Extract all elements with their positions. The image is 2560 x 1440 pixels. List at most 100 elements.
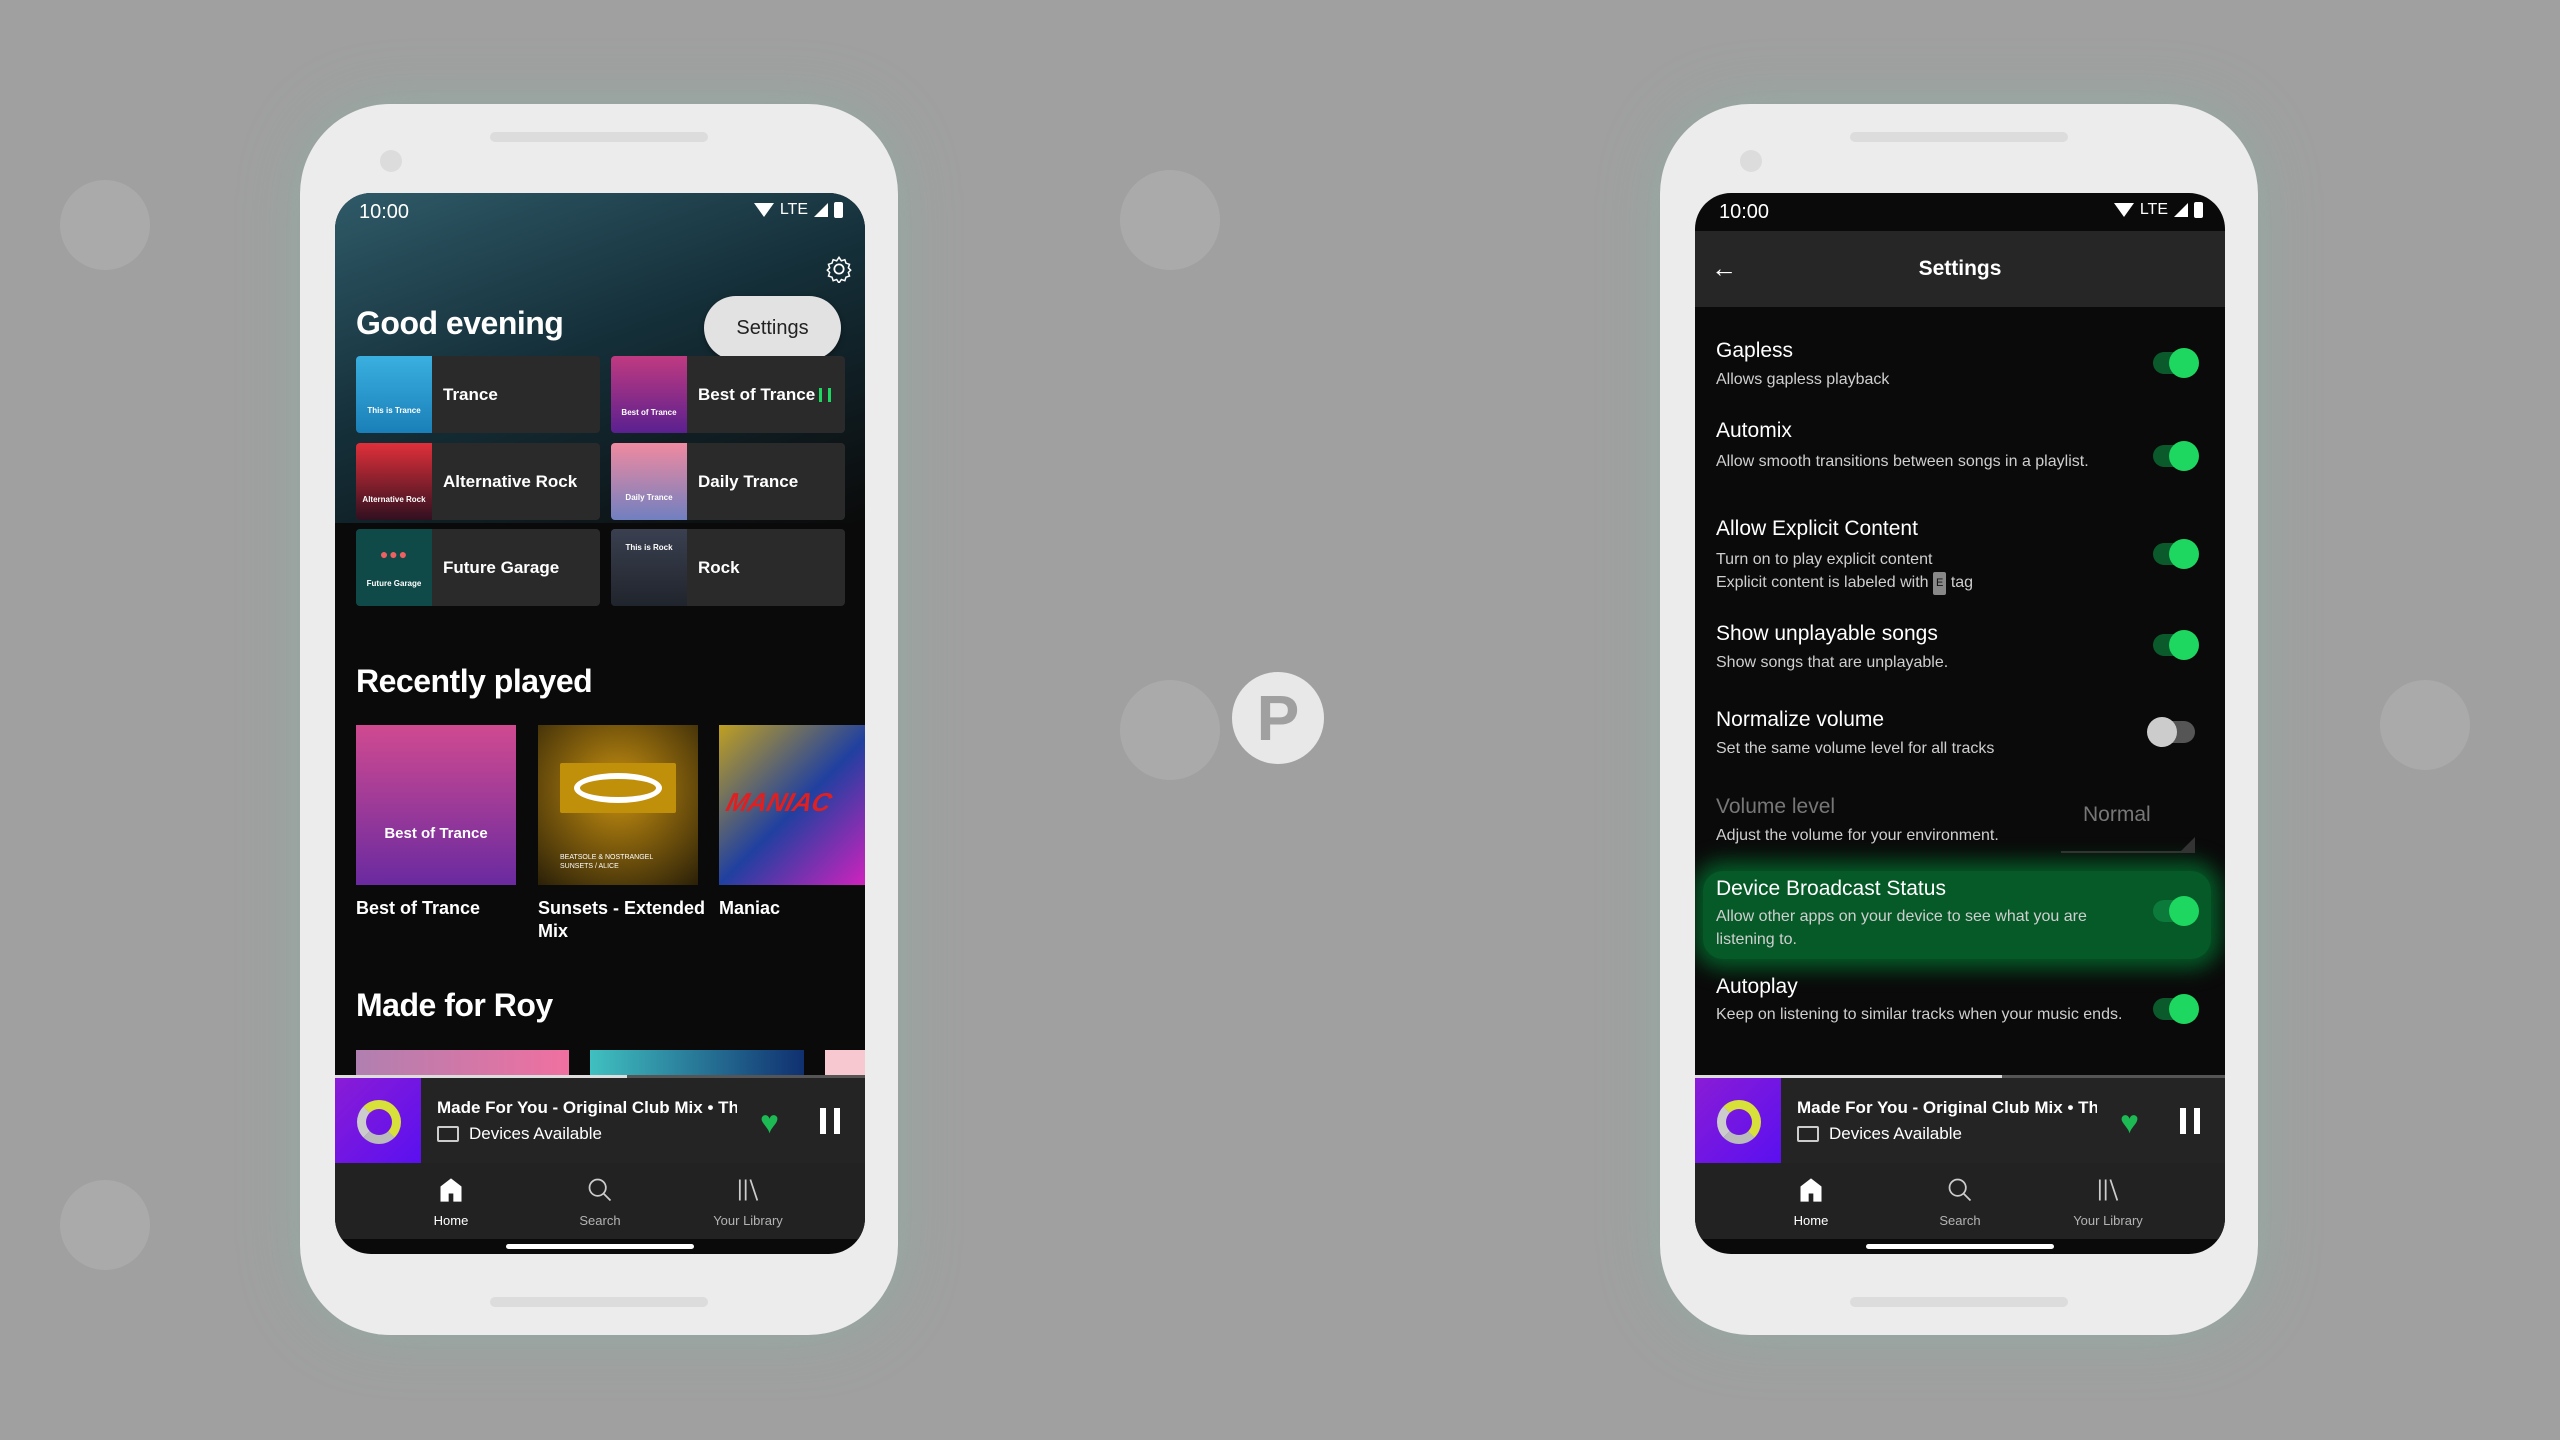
- heart-icon[interactable]: ♥: [760, 1106, 779, 1138]
- album-title[interactable]: Maniac: [719, 897, 865, 920]
- shortcut-label: Trance: [443, 385, 498, 404]
- setting-subtitle: Keep on listening to similar tracks when…: [1716, 1006, 2123, 1023]
- setting-subtitle: Set the same volume level for all tracks: [1716, 740, 1995, 757]
- devices-icon[interactable]: [1797, 1126, 1819, 1142]
- page-title: Settings: [1918, 257, 2002, 280]
- library-icon: [2098, 1179, 2119, 1201]
- volume-level-dropdown[interactable]: Normal: [2061, 803, 2195, 853]
- cover-text: This is Rock: [625, 543, 673, 552]
- speaker: [1850, 132, 2068, 142]
- status-bar: 10:00 LTE: [1695, 193, 2225, 231]
- playlist-card[interactable]: [356, 1050, 569, 1075]
- cover-art: Alternative Rock: [356, 443, 432, 520]
- home-icon: [1800, 1178, 1822, 1202]
- unplayable-songs-toggle[interactable]: [2153, 630, 2199, 660]
- setting-title: Autoplay: [1716, 975, 1798, 998]
- pause-button[interactable]: [820, 1108, 840, 1134]
- automix-toggle[interactable]: [2153, 441, 2199, 471]
- shortcut-tile[interactable]: This is Trance Trance: [356, 356, 600, 433]
- explicit-content-toggle[interactable]: [2153, 539, 2199, 569]
- network-label: LTE: [2139, 201, 2168, 218]
- nav-label: Your Library: [713, 1213, 783, 1228]
- now-playing-art: [335, 1078, 421, 1163]
- setting-subtitle: Turn on to play explicit content Explicit…: [1716, 548, 2136, 595]
- autoplay-toggle[interactable]: [2153, 994, 2199, 1024]
- now-playing-title: Made For You - Original Club Mix • Th: [1797, 1098, 2097, 1117]
- dropdown-value: Normal: [2083, 803, 2151, 826]
- pause-button[interactable]: [2180, 1108, 2200, 1134]
- nav-label: Home: [1793, 1213, 1829, 1228]
- setting-title: Device Broadcast Status: [1716, 877, 1946, 900]
- shortcut-tile[interactable]: This is Rock Rock: [611, 529, 845, 606]
- heart-icon[interactable]: ♥: [2120, 1106, 2139, 1138]
- gear-icon[interactable]: [825, 255, 853, 283]
- pushbullet-logo: P: [1232, 672, 1324, 764]
- phone-home: 10:00 LTE Good evening Settings This is …: [300, 104, 898, 1335]
- album-title[interactable]: Best of Trance: [356, 897, 526, 920]
- wifi-icon: [2113, 203, 2134, 217]
- shortcut-tile[interactable]: Daily Trance Daily Trance: [611, 443, 845, 520]
- status-time: 10:00: [359, 201, 410, 223]
- cover-text: This is Trance: [367, 406, 421, 415]
- now-playing-equalizer-icon: [819, 387, 831, 402]
- nav-home[interactable]: Home: [1751, 1173, 1871, 1228]
- cover-art: Best of Trance: [611, 356, 687, 433]
- shortcut-tile[interactable]: ●●● Future Garage Future Garage: [356, 529, 600, 606]
- background-pattern-icon: [60, 180, 150, 270]
- cover-text: Future Garage: [366, 579, 422, 588]
- cover-text: Best of Trance: [621, 408, 677, 417]
- now-playing-art: [1695, 1078, 1781, 1163]
- album-cover[interactable]: Best of Trance: [356, 725, 516, 885]
- device-broadcast-toggle[interactable]: [2153, 896, 2199, 926]
- nav-search[interactable]: Search: [540, 1173, 660, 1228]
- nav-label: Search: [579, 1213, 621, 1228]
- battery-icon: [834, 202, 843, 218]
- bottom-nav: Home Search Your Library: [1695, 1163, 2225, 1239]
- shortcut-tile[interactable]: Best of Trance Best of Trance: [611, 356, 845, 433]
- devices-label[interactable]: Devices Available: [469, 1124, 602, 1144]
- cover-text: Daily Trance: [625, 493, 673, 502]
- normalize-volume-toggle[interactable]: [2147, 717, 2195, 747]
- cover-text: MANIAC: [723, 787, 836, 817]
- phone-settings: 10:00 LTE ← Settings Gapless Allows gapl…: [1660, 104, 2258, 1335]
- nav-label: Your Library: [2073, 1213, 2143, 1228]
- background-pattern-icon: [2380, 680, 2470, 770]
- setting-subtitle: Allow smooth transitions between songs i…: [1716, 453, 2089, 470]
- nav-library[interactable]: Your Library: [2048, 1173, 2168, 1228]
- shortcut-label: Future Garage: [443, 558, 560, 577]
- nav-search[interactable]: Search: [1900, 1173, 2020, 1228]
- devices-icon[interactable]: [437, 1126, 459, 1142]
- network-label: LTE: [779, 201, 808, 218]
- album-title[interactable]: Sunsets - Extended Mix: [538, 897, 708, 943]
- background-pattern-icon: [1120, 680, 1220, 780]
- greeting: Good evening: [356, 305, 564, 341]
- setting-subtitle: Allow other apps on your device to see w…: [1716, 908, 2087, 948]
- gapless-toggle[interactable]: [2153, 348, 2199, 378]
- devices-label[interactable]: Devices Available: [1829, 1124, 1962, 1144]
- mini-player[interactable]: Made For You - Original Club Mix • Th De…: [1695, 1075, 2225, 1163]
- album-cover[interactable]: MANIAC: [719, 725, 865, 885]
- playlist-card[interactable]: [825, 1050, 865, 1075]
- library-icon: [738, 1179, 759, 1201]
- search-icon: [1948, 1178, 1972, 1202]
- shortcut-label: Daily Trance: [698, 472, 799, 491]
- home-indicator: [506, 1244, 694, 1249]
- home-screen: 10:00 LTE Good evening Settings This is …: [335, 193, 865, 1254]
- settings-tooltip: Settings: [704, 296, 841, 360]
- subtitle-line: Turn on to play explicit content: [1716, 551, 1933, 568]
- nav-label: Home: [433, 1213, 469, 1228]
- setting-title: Automix: [1716, 419, 1792, 442]
- playlist-card[interactable]: [590, 1050, 804, 1075]
- shortcut-tile[interactable]: Alternative Rock Alternative Rock: [356, 443, 600, 520]
- mini-player[interactable]: Made For You - Original Club Mix • The B…: [335, 1075, 865, 1163]
- cover-text: Best of Trance: [384, 825, 488, 842]
- album-cover[interactable]: BEATSOLE & NOSTRANGEL SUNSETS / ALICE: [538, 725, 698, 885]
- section-title-recently-played: Recently played: [356, 663, 593, 699]
- signal-icon: [2174, 203, 2188, 217]
- dropdown-arrow-icon: [2181, 837, 2195, 851]
- setting-title: Show unplayable songs: [1716, 622, 1938, 645]
- cover-logo: [560, 763, 676, 813]
- nav-home[interactable]: Home: [391, 1173, 511, 1228]
- nav-library[interactable]: Your Library: [688, 1173, 808, 1228]
- subtitle-line: Explicit content is labeled with: [1716, 574, 1929, 591]
